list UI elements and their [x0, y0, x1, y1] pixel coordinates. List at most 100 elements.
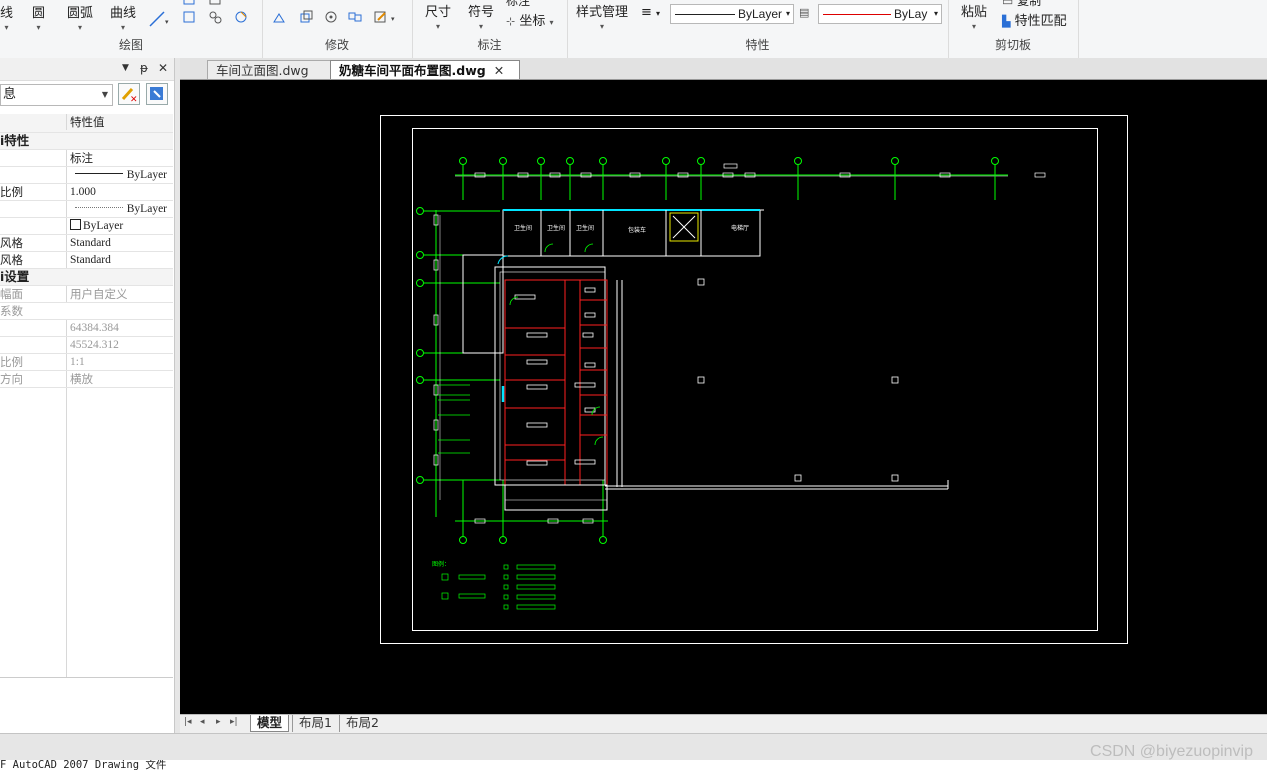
- tab-layout2[interactable]: 布局2: [339, 715, 385, 732]
- object-selector[interactable]: 息 ▼: [0, 84, 113, 106]
- column-marker: [794, 474, 802, 482]
- array-icon[interactable]: [348, 10, 362, 24]
- annotate-group-title: 标注: [477, 38, 502, 52]
- property-row[interactable]: 风格 Standard: [0, 252, 173, 269]
- tab-label: 布局1: [299, 715, 332, 730]
- pin-icon[interactable]: ᵽ: [140, 61, 148, 75]
- property-section[interactable]: i设置: [0, 269, 173, 286]
- document-tab-bar: 车间立面图.dwg 奶糖车间平面布置图.dwg ✕: [180, 58, 1267, 80]
- property-row[interactable]: 比例 1.000: [0, 184, 173, 201]
- copy-icon[interactable]: [299, 10, 313, 24]
- legend-line: [516, 564, 556, 570]
- equipment: [526, 422, 548, 428]
- property-name: 方向: [0, 372, 23, 386]
- property-row[interactable]: ByLayer: [0, 201, 173, 218]
- layout-tab-bar: |◂ ◂ ▸ ▸| 模型 布局1 布局2: [180, 714, 1267, 733]
- tab-layout1[interactable]: 布局1: [292, 715, 338, 732]
- hatch-icon[interactable]: [208, 10, 222, 24]
- polyline-icon[interactable]: ▾: [148, 10, 170, 28]
- linetype-value: ByLayer: [738, 7, 783, 21]
- property-name: 幅面: [0, 287, 23, 301]
- property-row[interactable]: 标注: [0, 150, 173, 167]
- property-row[interactable]: 幅面 用户自定义: [0, 286, 173, 303]
- dimension-button[interactable]: 尺寸 ▾: [425, 1, 451, 31]
- color-combo[interactable]: ByLay ▾: [818, 4, 942, 24]
- property-value: 45524.312: [66, 337, 176, 353]
- paste-button[interactable]: 粘贴 ▾: [961, 1, 987, 31]
- symbol-button[interactable]: 符号 ▾: [468, 1, 494, 31]
- coordinate-label: 坐标: [519, 14, 546, 29]
- annotate-text-button[interactable]: 标注: [506, 0, 530, 9]
- mirror-icon[interactable]: [272, 10, 286, 24]
- region-icon[interactable]: [234, 10, 248, 24]
- draw-group-title: 绘图: [118, 38, 143, 52]
- next-tab-icon[interactable]: ▸: [216, 717, 221, 727]
- equipment: [584, 312, 596, 318]
- axis-bubble: [499, 157, 507, 165]
- property-name: 比例: [0, 185, 23, 199]
- curve-button[interactable]: 曲线 ▾: [110, 2, 136, 32]
- style-manager-button[interactable]: 样式管理 ▾: [576, 1, 628, 31]
- property-row[interactable]: ByLayer: [0, 167, 173, 184]
- equipment: [574, 382, 596, 388]
- property-value: Standard: [66, 252, 176, 268]
- circle-button[interactable]: 圆 ▾: [32, 2, 45, 32]
- palette-menu-icon[interactable]: ▼: [122, 63, 129, 73]
- property-row[interactable]: 系数: [0, 303, 173, 320]
- tab-workshop-elevation[interactable]: 车间立面图.dwg: [207, 60, 335, 79]
- legend-title: 图例：: [432, 560, 450, 568]
- coordinate-button[interactable]: ⊹ 坐标 ▾: [506, 10, 554, 29]
- chevron-down-icon: ▾: [785, 9, 790, 18]
- quick-select-button[interactable]: [146, 83, 168, 105]
- match-properties-button[interactable]: ▙ 特性匹配: [1002, 10, 1067, 29]
- close-icon[interactable]: ✕: [158, 61, 168, 75]
- dim-tick: [1034, 172, 1046, 178]
- copy-button[interactable]: ▭ 复制: [1002, 0, 1041, 9]
- clear-selection-button[interactable]: ✕: [118, 83, 140, 105]
- line-button[interactable]: 线 ▾: [0, 2, 13, 32]
- red-room-block: [564, 279, 608, 486]
- bottom-wing: [504, 484, 608, 511]
- door-swing: [584, 243, 594, 253]
- ellipse-icon[interactable]: [208, 0, 222, 6]
- rotate-icon[interactable]: [324, 10, 338, 24]
- property-row[interactable]: 45524.312: [0, 337, 173, 354]
- clipboard-group: 粘贴 ▾ ▭ 复制 ▙ 特性匹配 剪切板: [948, 0, 1079, 58]
- line-label: 线: [0, 6, 14, 21]
- rectangle-icon[interactable]: [182, 10, 196, 24]
- property-name: 风格: [0, 236, 23, 250]
- last-tab-icon[interactable]: ▸|: [230, 717, 238, 727]
- property-value-text: ByLayer: [126, 169, 167, 181]
- copy-label: 复制: [1017, 0, 1042, 8]
- property-row[interactable]: 比例 1:1: [0, 354, 173, 371]
- property-row[interactable]: 方向 横放: [0, 371, 173, 388]
- linetype-combo[interactable]: ByLayer ▾: [670, 4, 794, 24]
- property-section[interactable]: i特性: [0, 133, 173, 150]
- lineweight-icon[interactable]: ≡ ▾: [641, 5, 660, 20]
- brush-icon: ▙: [1002, 15, 1011, 28]
- tab-workshop-plan[interactable]: 奶糖车间平面布置图.dwg ✕: [330, 60, 520, 79]
- quick-select-icon: [150, 87, 163, 100]
- property-value-text: ByLayer: [126, 203, 167, 215]
- property-value: ByLayer: [66, 218, 176, 234]
- arc-button[interactable]: 圆弧 ▾: [67, 2, 93, 32]
- command-bar[interactable]: [0, 733, 1267, 761]
- property-row[interactable]: 64384.384: [0, 320, 173, 337]
- property-row[interactable]: 风格 Standard: [0, 235, 173, 252]
- tab-label: 奶糖车间平面布置图.dwg: [339, 63, 486, 78]
- tab-label: 布局2: [346, 715, 379, 730]
- edit-icon[interactable]: ▾: [374, 10, 400, 24]
- legend: 图例：: [432, 560, 556, 610]
- tab-model[interactable]: 模型: [250, 715, 290, 732]
- point-icon[interactable]: [182, 0, 196, 6]
- first-tab-icon[interactable]: |◂: [184, 717, 192, 727]
- prev-tab-icon[interactable]: ◂: [200, 717, 205, 727]
- cad-drawing[interactable]: 卫生间 卫生间 卫生间 包装车 电梯厅 图例：: [180, 80, 1267, 714]
- axis-bubble: [416, 349, 424, 357]
- status-bar-text: F AutoCAD 2007 Drawing 文件: [0, 760, 1267, 772]
- property-row[interactable]: ByLayer: [0, 218, 173, 235]
- close-icon[interactable]: ✕: [494, 63, 504, 78]
- column-marker: [891, 376, 899, 384]
- drawing-canvas[interactable]: 卫生间 卫生间 卫生间 包装车 电梯厅 图例：: [180, 80, 1267, 714]
- lineweight-list-icon[interactable]: ▤: [799, 6, 809, 19]
